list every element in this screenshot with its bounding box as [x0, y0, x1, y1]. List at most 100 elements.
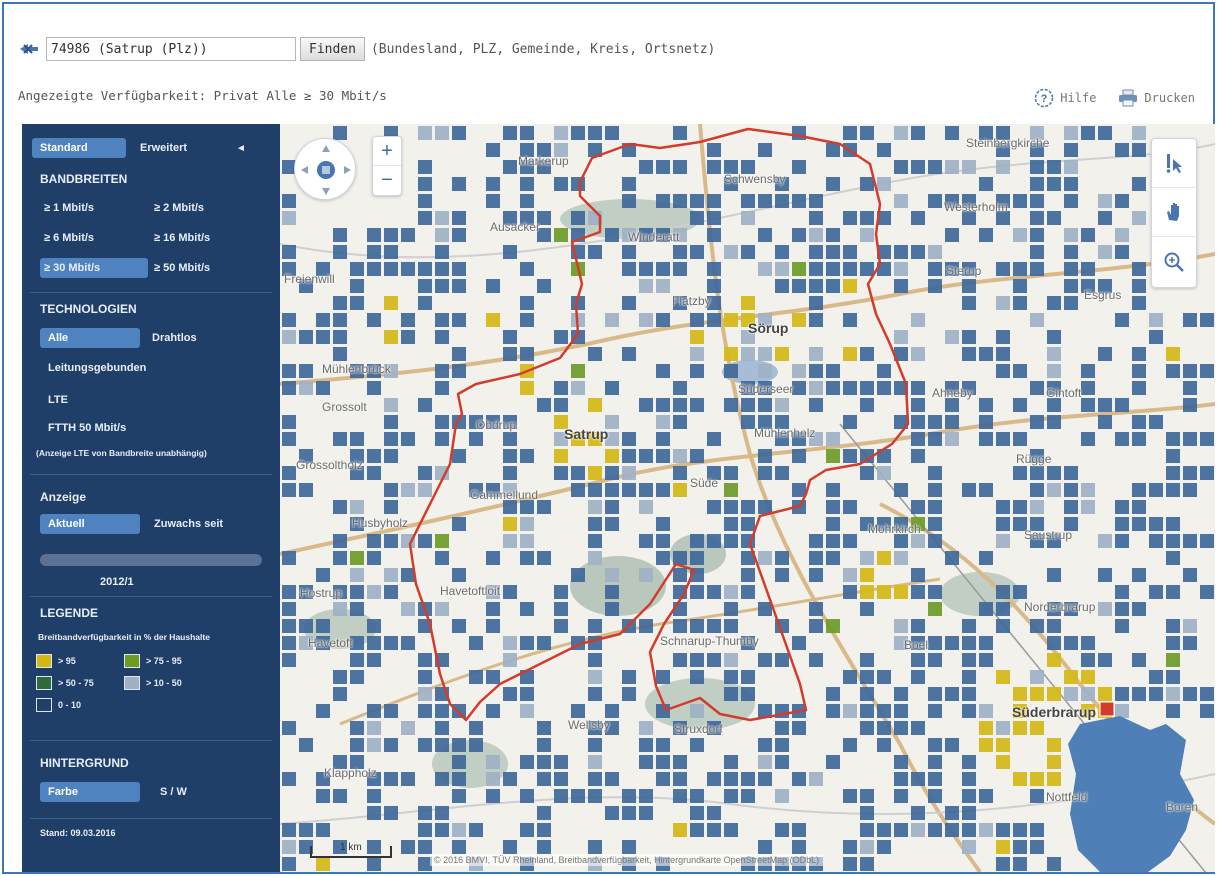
print-icon — [1119, 89, 1138, 107]
map-tools — [1151, 138, 1197, 288]
zoom-out-button[interactable]: − — [373, 166, 401, 195]
legend-swatch — [124, 676, 140, 690]
legend-swatch — [36, 698, 52, 712]
info-tool-button[interactable] — [1152, 139, 1196, 188]
legend-item: > 10 - 50 — [124, 676, 224, 690]
place-label: Wellsby — [568, 718, 610, 732]
place-label: Westerholm — [944, 200, 1008, 214]
legend-item: > 95 — [36, 654, 124, 668]
bandwidth-option[interactable]: ≥ 6 Mbit/s — [40, 228, 148, 248]
pan-control[interactable] — [294, 138, 356, 200]
place-label: Ausacker — [490, 220, 541, 234]
tech-wired-option[interactable]: Leitungsgebunden — [48, 362, 146, 374]
place-label: Gammellund — [470, 488, 539, 502]
display-title: Anzeige — [40, 490, 87, 504]
technology-title: TECHNOLOGIEN — [40, 302, 137, 316]
zoom-tool-button[interactable] — [1152, 237, 1196, 286]
place-label: Schwensby — [724, 172, 786, 186]
magnifier-icon — [1164, 252, 1184, 272]
divider — [30, 474, 272, 475]
period-value: 2012/1 — [100, 576, 134, 588]
legend-subtitle: Breitbandverfügbarkeit in % der Haushalt… — [38, 632, 210, 642]
place-label: Markerup — [518, 154, 569, 168]
info-pointer-icon — [1166, 154, 1182, 173]
bandwidth-option[interactable]: ≥ 1 Mbit/s — [40, 198, 148, 218]
tool-links: ? Hilfe Drucken — [1012, 88, 1195, 108]
bandwidth-option[interactable]: ≥ 50 Mbit/s — [150, 258, 258, 278]
app-frame: Finden (Bundesland, PLZ, Gemeinde, Kreis… — [2, 2, 1215, 874]
svg-text:?: ? — [1041, 93, 1048, 105]
locate-icon[interactable] — [18, 41, 40, 57]
bandwidth-option[interactable]: ≥ 2 Mbit/s — [150, 198, 258, 218]
legend-swatch — [124, 654, 140, 668]
pan-tool-button[interactable] — [1152, 188, 1196, 237]
find-button[interactable]: Finden — [300, 37, 365, 61]
map-canvas[interactable] — [280, 124, 1215, 872]
bandwidth-option[interactable]: ≥ 16 Mbit/s — [150, 228, 258, 248]
bandwidth-options: ≥ 1 Mbit/s ≥ 2 Mbit/s ≥ 6 Mbit/s ≥ 16 Mb… — [30, 198, 268, 278]
bandwidth-option-selected[interactable]: ≥ 30 Mbit/s — [40, 258, 148, 278]
background-title: HINTERGRUND — [40, 756, 129, 770]
place-label: Süderseer — [738, 382, 794, 396]
place-label: Ahneby — [932, 386, 973, 400]
tech-ftth-option[interactable]: FTTH 50 Mbit/s — [48, 422, 126, 434]
place-label: Freienwill — [284, 272, 335, 286]
divider — [30, 818, 272, 819]
availability-text: Angezeigte Verfügbarkeit: Privat Alle ≥ … — [18, 88, 387, 103]
place-label: Boel — [904, 638, 929, 652]
zoom-in-button[interactable]: + — [373, 137, 401, 166]
place-label: Flatzby — [672, 294, 711, 308]
map-attribution: © 2016 BMVI, TÜV Rheinland, Breitbandver… — [430, 854, 824, 866]
search-hint: (Bundesland, PLZ, Gemeinde, Kreis, Ortsn… — [370, 41, 716, 57]
place-label: Süderbrarup — [1012, 704, 1097, 720]
legend-item: > 75 - 95 — [124, 654, 224, 668]
place-label: Sterup — [946, 264, 982, 278]
zoom-control: + − — [372, 136, 402, 196]
place-label: Süde — [690, 476, 719, 490]
place-label: Obdrup — [476, 418, 517, 432]
place-label: Struxdorf — [674, 722, 723, 736]
place-label: Norderbrarup — [1024, 600, 1096, 614]
place-label: Havetoftloit — [440, 584, 501, 598]
data-date: Stand: 09.03.2016 — [40, 828, 116, 838]
place-label: Schnarup-Thumby — [660, 634, 759, 648]
legend-item: 0 - 10 — [36, 698, 124, 712]
tech-lte-option[interactable]: LTE — [48, 394, 68, 406]
place-label: Grossolthoiz — [296, 458, 363, 472]
place-label: Sörup — [748, 320, 789, 336]
pan-arrows-icon[interactable] — [295, 139, 357, 201]
bandwidth-title: BANDBREITEN — [40, 172, 128, 186]
background-bw-option[interactable]: S / W — [160, 786, 187, 798]
tab-advanced[interactable]: Erweitert — [140, 142, 220, 154]
display-growth-option[interactable]: Zuwachs seit — [154, 518, 223, 530]
place-label: Mühlenholz — [754, 426, 816, 440]
background-color-option[interactable]: Farbe — [40, 782, 140, 802]
place-label: Esgrus — [1084, 288, 1122, 302]
print-link[interactable]: Drucken — [1118, 89, 1195, 107]
place-label: Grossolt — [322, 400, 367, 414]
period-slider[interactable] — [40, 554, 262, 566]
place-label: Mohrkirch — [868, 522, 921, 536]
place-label: Husbyholz — [352, 516, 409, 530]
help-icon: ? — [1035, 88, 1054, 108]
scale-bar: 1 km — [310, 842, 392, 858]
place-label: Saustrup — [1024, 528, 1073, 542]
tech-wireless-option[interactable]: Drahtlos — [152, 332, 197, 344]
divider — [30, 596, 272, 597]
place-label: Winderatt — [628, 230, 680, 244]
map-view[interactable]: Markerup Schwensby Steinbergkirche Ausac… — [280, 124, 1215, 872]
help-link[interactable]: ? Hilfe — [1034, 88, 1096, 108]
tab-standard[interactable]: Standard — [32, 138, 126, 158]
display-current-option[interactable]: Aktuell — [40, 514, 140, 534]
place-label: Nottfeld — [1046, 790, 1088, 804]
hand-icon — [1167, 203, 1179, 221]
collapse-arrow-icon[interactable]: ◄ — [236, 143, 246, 154]
search-input[interactable] — [46, 37, 296, 61]
place-label: Mühlenbrück — [322, 362, 391, 376]
tech-all-option[interactable]: Alle — [40, 328, 140, 348]
legend-title: LEGENDE — [40, 606, 99, 620]
place-label: Gintoft — [1046, 386, 1082, 400]
place-label: Havetoft — [308, 636, 353, 650]
legend-items: > 95 > 75 - 95 > 50 - 75 > 10 - 50 0 - 1… — [24, 654, 236, 712]
place-label: Steinbergkirche — [966, 136, 1050, 150]
